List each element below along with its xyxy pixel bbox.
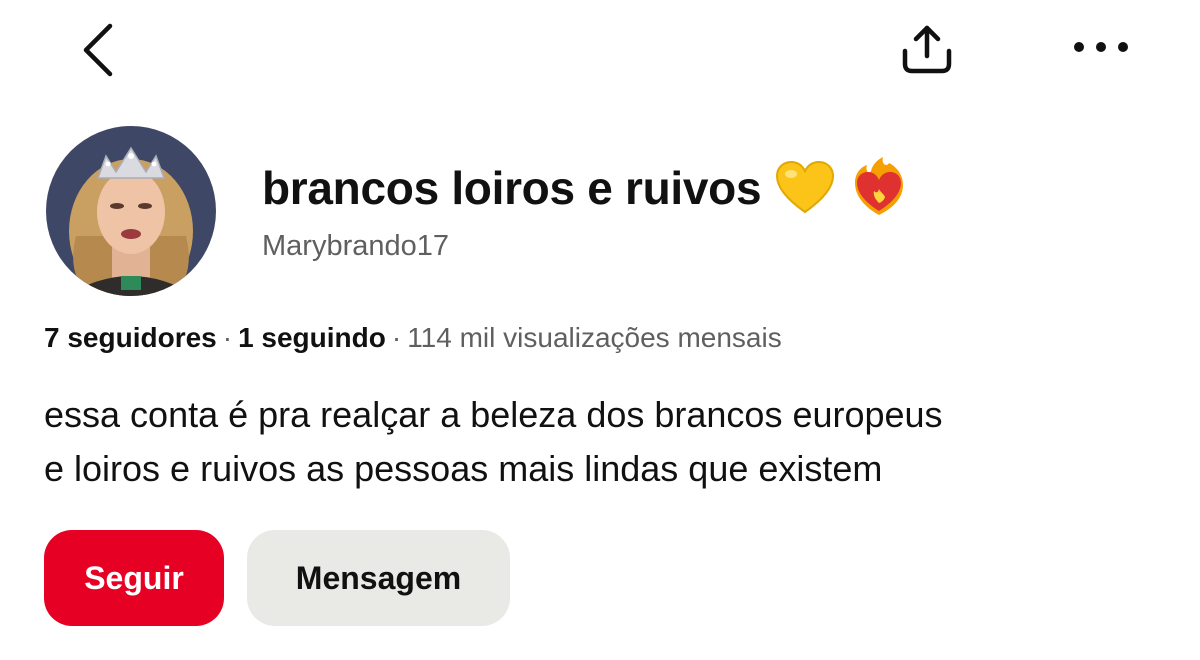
profile-bio: essa conta é pra realçar a beleza dos br…	[44, 388, 1174, 496]
following-count[interactable]: 1 seguindo	[238, 322, 386, 353]
profile-name-row: brancos loiros e ruivos	[262, 156, 909, 220]
chevron-left-icon	[83, 23, 113, 77]
stats-separator: ·	[391, 322, 402, 353]
username: Marybrando17	[262, 230, 449, 262]
more-options-button[interactable]	[1066, 22, 1136, 72]
message-button[interactable]: Mensagem	[247, 530, 510, 626]
follow-button[interactable]: Seguir	[44, 530, 224, 626]
share-button[interactable]	[893, 18, 961, 82]
profile-name: brancos loiros e ruivos	[262, 162, 762, 214]
stats-separator: ·	[222, 322, 233, 353]
bio-line: essa conta é pra realçar a beleza dos br…	[44, 394, 943, 435]
monthly-views: 114 mil visualizações mensais	[407, 322, 782, 353]
share-upload-icon	[902, 25, 952, 74]
back-button[interactable]	[68, 18, 128, 82]
avatar[interactable]	[46, 126, 216, 296]
more-horizontal-icon	[1074, 42, 1128, 52]
yellow-heart-emoji	[775, 160, 835, 216]
profile-page: brancos loiros e ruivos Marybrando17 7 s…	[0, 0, 1200, 660]
heart-on-fire-emoji	[849, 157, 909, 219]
profile-stats: 7 seguidores · 1 seguindo · 114 mil visualiz…	[44, 322, 782, 354]
bio-line: e loiros e ruivos as pessoas mais lindas…	[44, 448, 883, 489]
followers-count[interactable]: 7 seguidores	[44, 322, 217, 353]
avatar-photo	[46, 126, 216, 296]
